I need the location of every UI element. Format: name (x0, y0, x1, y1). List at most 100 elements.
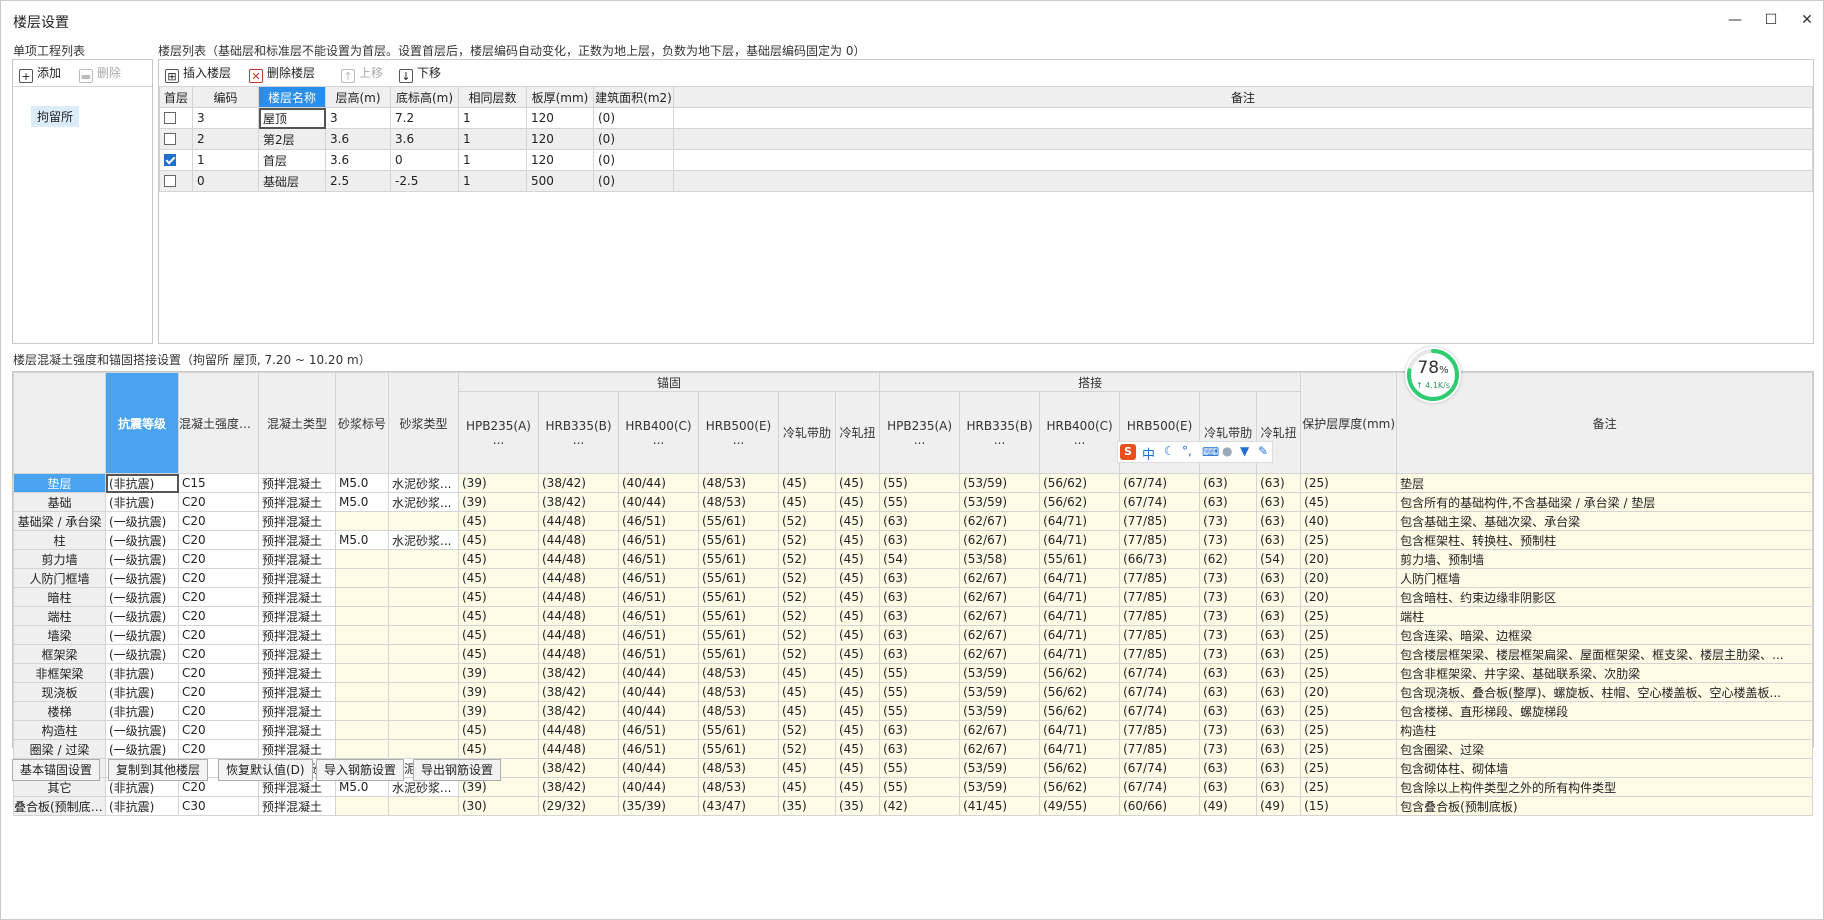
anchor-value-cell[interactable]: (45) (834, 701, 881, 721)
lap-value-cell[interactable]: (62/67) (959, 625, 1041, 645)
col-anchor-1[interactable]: HPB235(A) ... (458, 391, 539, 474)
cover-thickness-cell[interactable]: (25) (1300, 701, 1398, 721)
lap-value-cell[interactable]: (63) (879, 568, 961, 588)
remark-cell[interactable]: 包含非框架梁、井字梁、基础联系梁、次肋梁 (1396, 663, 1813, 683)
lap-value-cell[interactable]: (63) (1256, 644, 1302, 664)
lap-value-cell[interactable]: (63) (1256, 511, 1302, 531)
anchor-value-cell[interactable]: (45) (778, 682, 836, 702)
lap-value-cell[interactable]: (64/71) (1039, 739, 1121, 759)
anchor-value-cell[interactable]: (46/51) (618, 530, 699, 550)
seismic-grade-cell[interactable]: (非抗震) (105, 492, 179, 512)
component-type-cell[interactable]: 暗柱 (13, 587, 106, 607)
anchor-value-cell[interactable]: (55/61) (698, 568, 779, 588)
anchor-value-cell[interactable]: (45) (778, 777, 836, 797)
col-anchor-3[interactable]: HRB400(C) ... (618, 391, 699, 474)
anchor-value-cell[interactable]: (55/61) (698, 739, 779, 759)
lap-value-cell[interactable]: (53/59) (959, 701, 1041, 721)
cover-thickness-cell[interactable]: (25) (1300, 663, 1398, 683)
lap-value-cell[interactable]: (63) (879, 644, 961, 664)
seismic-grade-cell[interactable]: (一级抗震) (105, 549, 179, 569)
anchor-value-cell[interactable]: (45) (834, 606, 881, 626)
lap-value-cell[interactable]: (63) (1256, 663, 1302, 683)
concrete-type-cell[interactable]: 预拌混凝土 (258, 625, 336, 645)
anchor-value-cell[interactable]: (55/61) (698, 606, 779, 626)
mortar-grade-cell[interactable] (335, 644, 389, 664)
cover-thickness-cell[interactable]: (25) (1300, 758, 1398, 778)
seismic-grade-cell[interactable]: (非抗震) (105, 473, 179, 493)
lap-value-cell[interactable]: (56/62) (1039, 701, 1121, 721)
lap-value-cell[interactable]: (55) (879, 492, 961, 512)
remark-cell[interactable]: 端柱 (1396, 606, 1813, 626)
anchor-value-cell[interactable]: (39) (458, 492, 539, 512)
anchor-row[interactable]: 构造柱 (一级抗震) C20 预拌混凝土 (45) (44/48) (46/51) (55/6… (13, 720, 1813, 740)
move-up-button[interactable]: ↑ 上移 (341, 63, 383, 83)
first-floor-cell[interactable] (159, 128, 193, 150)
lap-value-cell[interactable]: (55/61) (1039, 549, 1121, 569)
minimize-button[interactable]: — (1723, 9, 1747, 31)
concrete-grade-cell[interactable]: C30 (178, 796, 259, 816)
lap-value-cell[interactable]: (67/74) (1119, 492, 1201, 512)
concrete-type-cell[interactable]: 预拌混凝土 (258, 473, 336, 493)
anchor-value-cell[interactable]: (45) (834, 492, 881, 512)
anchor-value-cell[interactable]: (44/48) (538, 549, 619, 569)
anchor-value-cell[interactable]: (55/61) (698, 587, 779, 607)
mortar-grade-cell[interactable] (335, 720, 389, 740)
lap-value-cell[interactable]: (73) (1199, 511, 1258, 531)
anchor-value-cell[interactable]: (39) (458, 701, 539, 721)
remark-cell[interactable]: 垫层 (1396, 473, 1813, 493)
lap-value-cell[interactable]: (64/71) (1039, 587, 1121, 607)
anchor-value-cell[interactable]: (52) (778, 511, 836, 531)
seismic-grade-cell[interactable]: (非抗震) (105, 796, 179, 816)
cover-thickness-cell[interactable]: (20) (1300, 587, 1398, 607)
cover-thickness-cell[interactable]: (45) (1300, 492, 1398, 512)
first-floor-cell[interactable] (159, 149, 193, 171)
anchor-value-cell[interactable]: (48/53) (698, 663, 779, 683)
component-type-cell[interactable]: 端柱 (13, 606, 106, 626)
anchor-value-cell[interactable]: (55/61) (698, 644, 779, 664)
mortar-type-cell[interactable] (388, 739, 459, 759)
lap-value-cell[interactable]: (77/85) (1119, 739, 1201, 759)
concrete-type-cell[interactable]: 预拌混凝土 (258, 644, 336, 664)
anchor-value-cell[interactable]: (45) (834, 682, 881, 702)
anchor-row[interactable]: 垫层 (非抗震) C15 预拌混凝土 M5.0 水泥砂浆... (39) (38/42) (40… (13, 473, 1813, 493)
col-bottom-elevation[interactable]: 底标高(m) (390, 86, 459, 108)
col-area[interactable]: 建筑面积(m2) (593, 86, 674, 108)
anchor-value-cell[interactable]: (45) (458, 511, 539, 531)
anchor-value-cell[interactable]: (55/61) (698, 549, 779, 569)
lap-value-cell[interactable]: (73) (1199, 720, 1258, 740)
mortar-grade-cell[interactable] (335, 701, 389, 721)
anchor-value-cell[interactable]: (52) (778, 739, 836, 759)
anchor-value-cell[interactable]: (45) (458, 530, 539, 550)
lap-value-cell[interactable]: (53/59) (959, 682, 1041, 702)
floor-row[interactable]: 1 首层 3.6 0 1 120 (0) (159, 149, 1813, 171)
col-slab-thickness[interactable]: 板厚(mm) (526, 86, 594, 108)
mortar-type-cell[interactable] (388, 682, 459, 702)
seismic-grade-cell[interactable]: (一级抗震) (105, 644, 179, 664)
lap-value-cell[interactable]: (77/85) (1119, 606, 1201, 626)
lap-value-cell[interactable]: (53/59) (959, 663, 1041, 683)
code-cell[interactable]: 2 (192, 128, 259, 150)
component-type-cell[interactable]: 人防门框墙 (13, 568, 106, 588)
lap-value-cell[interactable]: (77/85) (1119, 511, 1201, 531)
col-cover-thickness[interactable]: 保护层厚度(mm) (1300, 372, 1398, 474)
mortar-grade-cell[interactable] (335, 549, 389, 569)
mortar-type-cell[interactable]: 水泥砂浆... (388, 530, 459, 550)
cover-thickness-cell[interactable]: (25) (1300, 625, 1398, 645)
mortar-type-cell[interactable] (388, 587, 459, 607)
lap-value-cell[interactable]: (53/59) (959, 758, 1041, 778)
col-concrete-grade[interactable]: 混凝土强度等级 (178, 372, 259, 474)
col-floor-name[interactable]: 楼层名称 (258, 86, 326, 108)
anchor-value-cell[interactable]: (38/42) (538, 473, 619, 493)
anchor-value-cell[interactable]: (39) (458, 682, 539, 702)
anchor-value-cell[interactable]: (40/44) (618, 492, 699, 512)
lap-value-cell[interactable]: (73) (1199, 568, 1258, 588)
anchor-value-cell[interactable]: (46/51) (618, 511, 699, 531)
anchor-value-cell[interactable]: (40/44) (618, 777, 699, 797)
first-floor-checkbox[interactable] (164, 112, 176, 124)
code-cell[interactable]: 3 (192, 107, 259, 129)
anchor-value-cell[interactable]: (55/61) (698, 511, 779, 531)
note-cell[interactable] (673, 107, 1813, 129)
lap-value-cell[interactable]: (63) (879, 530, 961, 550)
anchor-row[interactable]: 现浇板 (非抗震) C20 预拌混凝土 (39) (38/42) (40/44) (48/53… (13, 682, 1813, 702)
lap-value-cell[interactable]: (77/85) (1119, 530, 1201, 550)
